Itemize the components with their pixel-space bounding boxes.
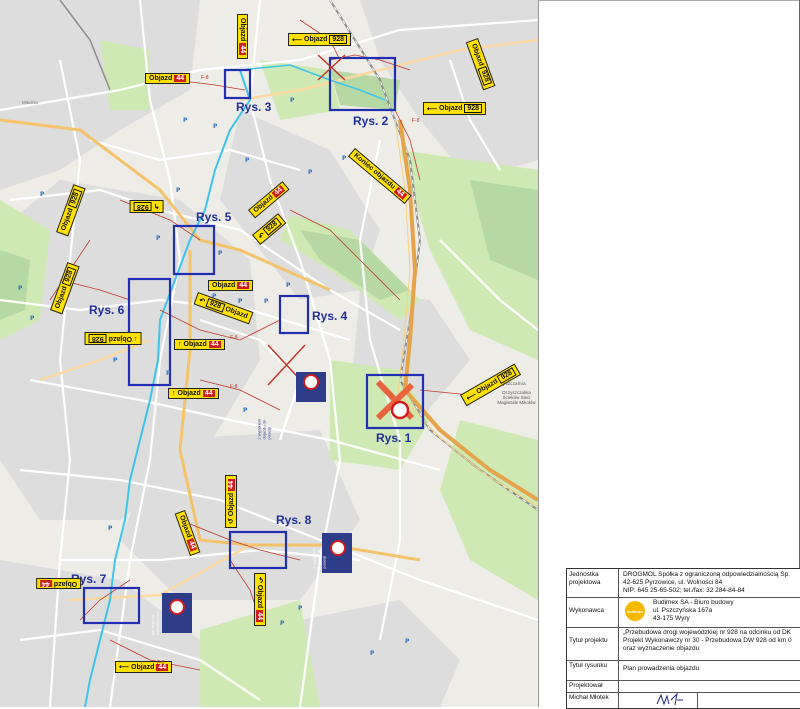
- no-entry-sign-rys8: [322, 533, 352, 573]
- map-area: Oczyszczalnia PPP PPP PPP PPP PPP PPP PP…: [0, 0, 539, 707]
- rys2-label: Rys. 2: [353, 114, 389, 128]
- svg-text:P: P: [183, 117, 188, 124]
- svg-text:P: P: [286, 282, 291, 289]
- sign-objazd-44-d: Objazd 44: [208, 280, 254, 291]
- tb-line: 42-625 Pyrzowice, ul. Wolności 84: [623, 579, 723, 586]
- sign-objazd-44-i: ↶ Objazd 44: [254, 573, 266, 627]
- svg-text:P: P: [113, 357, 118, 364]
- blue-panel-center: z wyjątkiem dojazdu do posesji: [256, 418, 272, 440]
- tb-line: ul. Pszczyńska 167a: [653, 607, 713, 614]
- f8-label-a: F-8: [201, 75, 209, 81]
- svg-text:P: P: [40, 191, 45, 198]
- f8-label-e: F-8: [157, 660, 165, 666]
- tb-line: 43-175 Wyry: [653, 615, 690, 622]
- svg-text:P: P: [18, 285, 23, 292]
- no-entry-sign-center: [296, 372, 326, 402]
- tb-row-jednostka: Jednostka projektowa DROGMOL Spółka z og…: [567, 569, 800, 598]
- rys1-label: Rys. 1: [376, 431, 412, 445]
- place-mikolow: Mikołów: [22, 100, 39, 105]
- sign-objazd-44-e: ↑ Objazd 44: [174, 339, 225, 350]
- sign-objazd-44-j: Objazd 44: [36, 578, 82, 589]
- svg-text:P: P: [156, 235, 161, 242]
- no-entry-sign-rys7: [162, 593, 192, 633]
- tb-key: Tytuł projektu: [567, 627, 619, 660]
- budimex-logo: budimex: [625, 601, 645, 621]
- tb-line: Plan prowadzenia objazdu: [623, 665, 700, 672]
- sign-objazd-44-f: ↑ Objazd 44: [168, 388, 219, 399]
- svg-text:P: P: [298, 605, 303, 612]
- f8-label-c: F-8: [230, 335, 238, 341]
- svg-text:P: P: [405, 638, 410, 645]
- tb-line: Projekt Wykonawczy nr 30 - Przebudowa DW…: [623, 637, 792, 644]
- tb-val: DROGMOL Spółka z ograniczoną odpowiedzia…: [623, 569, 800, 597]
- svg-text:P: P: [264, 298, 269, 305]
- svg-text:P: P: [308, 169, 313, 176]
- tb-key: Projektował: [567, 680, 619, 692]
- tb-row-wykonawca: Wykonawca budimex Budimex SA - Biuro bud…: [567, 597, 800, 628]
- rys4-label: Rys. 4: [312, 309, 348, 323]
- blue-panel-rys8: z wyjątkiem dojazdu do posesji: [311, 547, 327, 569]
- svg-text:P: P: [243, 407, 248, 414]
- tb-row-author: Michał Młotek: [567, 692, 800, 708]
- tb-line: DROGMOL Spółka z ograniczoną odpowiedzia…: [623, 571, 791, 578]
- tb-key: Michał Młotek: [567, 692, 619, 708]
- svg-text:P: P: [213, 123, 218, 130]
- sign-objazd-928-g: ↓ Objazd 928: [85, 332, 142, 345]
- svg-text:P: P: [166, 370, 171, 377]
- tb-val: Budimex SA - Biuro budowy ul. Pszczyńska…: [653, 597, 800, 627]
- sign-objazd-928-a: ⟵ Objazd 928: [288, 33, 352, 46]
- tb-line: „Przebudowa drogi wojewódzkiej nr 928 na…: [623, 629, 792, 636]
- svg-text:P: P: [30, 315, 35, 322]
- drawing-sheet: Oczyszczalnia PPP PPP PPP PPP PPP PPP PP…: [0, 0, 800, 709]
- sign-objazd-44-g: ↺ Objazd 44: [225, 474, 237, 528]
- sign-objazd-44-b: Objazd 44: [237, 14, 248, 60]
- svg-text:P: P: [245, 157, 250, 164]
- f8-label-d: F-8: [230, 384, 238, 390]
- tb-row-tytul-projektu: Tytuł projektu „Przebudowa drogi wojewód…: [567, 627, 800, 661]
- svg-text:P: P: [108, 525, 113, 532]
- tb-key: Jednostka projektowa: [567, 569, 619, 597]
- tb-val: „Przebudowa drogi wojewódzkiej nr 928 na…: [623, 627, 800, 660]
- svg-text:P: P: [370, 650, 375, 657]
- rys8-label: Rys. 8: [276, 513, 312, 527]
- svg-text:P: P: [176, 187, 181, 194]
- tb-key: Tytuł rysunku: [567, 660, 619, 680]
- tb-line: Budimex SA - Biuro budowy: [653, 599, 734, 606]
- tb-line: NIP: 645 25-65-502; tel./fax: 32 284-84-…: [623, 587, 745, 594]
- tb-line: oraz wyznaczenie objazdu: [623, 645, 700, 652]
- svg-text:P: P: [218, 250, 223, 257]
- sign-objazd-44-a: Objazd 44: [145, 73, 191, 84]
- tb-key: Wykonawca: [567, 597, 619, 627]
- signature: [656, 692, 683, 706]
- svg-text:P: P: [290, 97, 295, 104]
- svg-text:P: P: [342, 155, 347, 162]
- rys3-label: Rys. 3: [236, 100, 272, 114]
- title-block: Jednostka projektowa DROGMOL Spółka z og…: [566, 568, 800, 709]
- rys6-label: Rys. 6: [89, 303, 125, 317]
- tb-val: Plan prowadzenia objazdu: [623, 660, 800, 680]
- place-oczyszczalnia-full: Oczyszczalnia Ścieków Sieci Magistrale M…: [497, 390, 536, 405]
- tb-row-tytul-rysunku: Tytuł rysunku Plan prowadzenia objazdu: [567, 660, 800, 681]
- rys5-label: Rys. 5: [196, 210, 232, 224]
- f8-label-b: F-8: [412, 118, 420, 124]
- sign-objazd-928-b: ⟵ Objazd 928: [423, 102, 487, 115]
- sign-objazd-928-d: ↰ 928: [130, 200, 164, 213]
- tb-divider: [697, 692, 698, 708]
- svg-text:P: P: [280, 620, 285, 627]
- svg-text:P: P: [238, 298, 243, 305]
- blue-panel-rys7: nie dotyczy mieszkańców: [150, 610, 160, 635]
